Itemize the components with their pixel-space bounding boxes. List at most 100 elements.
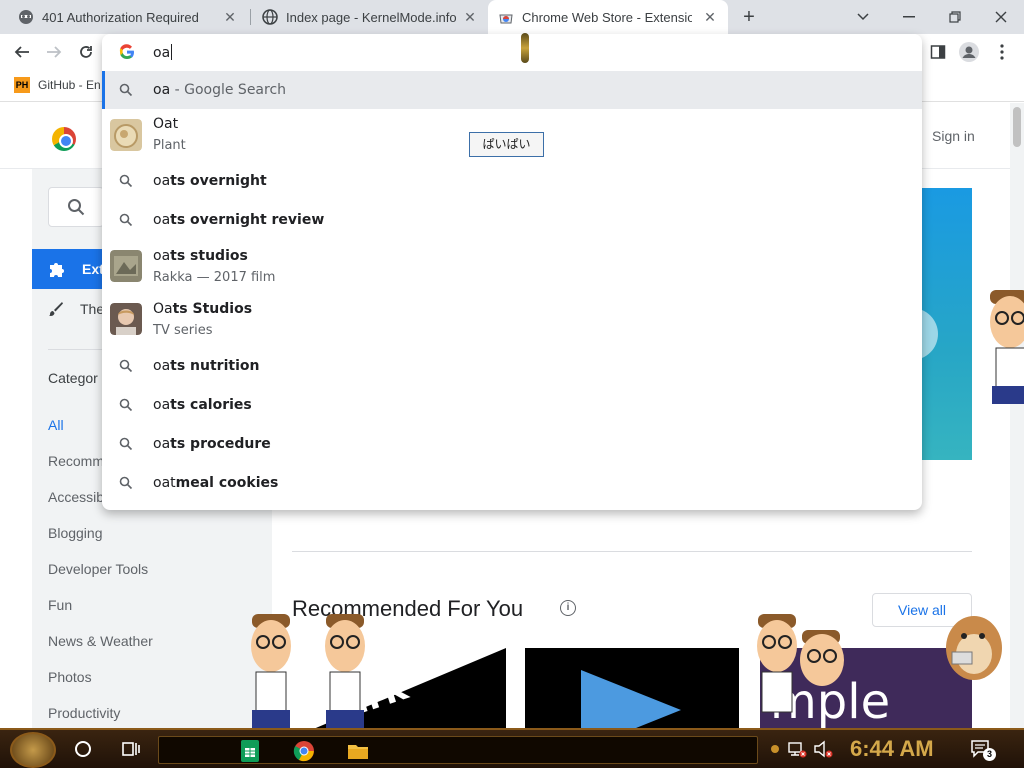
google-sheets-icon [241, 740, 259, 762]
extension-card[interactable] [525, 648, 739, 728]
cartoon-man-sticker [990, 290, 1024, 404]
action-center-button[interactable]: 3 [970, 738, 996, 761]
minimize-button[interactable] [886, 0, 932, 34]
suggestion-title: Oat [153, 116, 179, 132]
store-search-input[interactable] [48, 187, 104, 227]
suggestion-row[interactable]: oats overnight [102, 162, 922, 201]
suggestion-text: oats overnight [153, 173, 267, 189]
suggestion-bold: ts studios [170, 248, 248, 264]
bookmark-github[interactable]: PH GitHub - En [14, 77, 101, 93]
chrome-web-store-icon [499, 14, 513, 24]
hamster-sticker [946, 616, 1002, 680]
tray-overflow-button[interactable] [764, 738, 786, 760]
volume-button[interactable] [812, 738, 834, 760]
close-icon[interactable]: ✕ [462, 9, 478, 25]
suggestion-text: oats nutrition [153, 358, 259, 374]
network-button[interactable] [786, 738, 808, 760]
globe-icon [262, 9, 278, 25]
new-tab-button[interactable]: + [737, 5, 761, 29]
chrome-app-button[interactable] [293, 740, 315, 762]
back-arrow-icon [14, 46, 29, 58]
suggestion-row[interactable]: oatmeal cookies [102, 464, 922, 503]
suggestion-text: oats overnight review [153, 212, 324, 228]
suggestion-bold: ts Studios [172, 301, 253, 317]
chrome-web-store-logo[interactable] [52, 127, 76, 151]
cartoon-man-sticker [251, 614, 291, 728]
reload-button[interactable] [73, 39, 99, 65]
suggestion-subtitle: TV series [153, 323, 213, 338]
omnibox[interactable]: oa [102, 34, 922, 70]
search-icon [119, 83, 133, 97]
categories-heading: Categor [48, 370, 98, 386]
page-scrollbar[interactable] [1010, 103, 1024, 728]
cortana-button[interactable] [72, 738, 94, 760]
suggestion-row[interactable]: oats nutrition [102, 347, 922, 386]
close-icon [995, 11, 1007, 23]
ime-candidate-box[interactable]: ぱいぱい [469, 132, 544, 157]
task-view-button[interactable] [120, 738, 142, 760]
category-item[interactable]: Developer Tools [48, 551, 153, 587]
google-icon [119, 44, 134, 60]
suggestion-row[interactable]: oats studios Rakka — 2017 film [102, 241, 922, 293]
search-icon [119, 359, 133, 373]
scrollbar-thumb[interactable] [1013, 107, 1021, 147]
task-view-icon [122, 742, 140, 756]
notification-count-badge: 3 [983, 748, 996, 761]
suggestion-bold: ts overnight review [170, 212, 325, 228]
omnibox-input[interactable]: oa [153, 44, 173, 61]
tab-chrome-web-store[interactable]: Chrome Web Store - Extensions ✕ [488, 0, 728, 34]
category-item[interactable]: Fun [48, 587, 153, 623]
puzzle-icon [50, 263, 64, 277]
suggestion-row[interactable]: oa - Google Search [102, 71, 922, 109]
back-button[interactable] [9, 39, 35, 65]
restore-button[interactable] [932, 0, 978, 34]
category-item[interactable]: News & Weather [48, 623, 153, 659]
taskbar-clock[interactable]: 6:44 AM [850, 736, 934, 762]
suggestion-plain: Oa [153, 301, 173, 317]
restore-icon [949, 11, 961, 23]
suggestion-subtitle: Plant [153, 138, 186, 153]
suggestion-plain: oa [153, 212, 171, 228]
tab-401[interactable]: 401 Authorization Required ✕ [8, 0, 248, 34]
spy-icon [19, 10, 33, 24]
side-panel-button[interactable] [927, 41, 949, 63]
sheets-app-button[interactable] [239, 740, 261, 762]
cortana-circle-icon [75, 741, 91, 757]
category-item[interactable]: Blogging [48, 515, 153, 551]
profile-button[interactable] [958, 41, 980, 63]
suggestion-plain: oa [153, 248, 171, 264]
tab-separator [250, 9, 251, 25]
close-window-button[interactable] [978, 0, 1024, 34]
suggestion-subtitle: Rakka — 2017 film [153, 270, 276, 285]
suggestion-text: oatmeal cookies [153, 475, 278, 491]
category-item[interactable]: Productivity [48, 695, 153, 728]
suggestion-row[interactable]: oats overnight review [102, 201, 922, 240]
taskbar: 6:44 AM 3 [0, 728, 1024, 768]
side-panel-icon [930, 45, 946, 59]
oats-studios-thumbnail [110, 303, 142, 335]
reload-icon [80, 46, 92, 58]
start-button[interactable] [10, 732, 56, 768]
category-item[interactable]: Photos [48, 659, 153, 695]
tab-kernelmode[interactable]: Index page - KernelMode.info ✕ [252, 0, 488, 34]
tab-title: 401 Authorization Required [42, 9, 199, 25]
suggestion-plain: oa [153, 436, 171, 452]
sign-in-link[interactable]: Sign in [932, 128, 975, 144]
tab-strip: 401 Authorization Required ✕ Index page … [0, 0, 1024, 34]
close-icon[interactable]: ✕ [222, 9, 238, 25]
brush-icon [49, 302, 63, 316]
sidebar-item-label: Ext [82, 261, 104, 277]
menu-button[interactable] [991, 41, 1013, 63]
tab-title: Index page - KernelMode.info [286, 9, 456, 25]
suggestion-row[interactable]: oats calories [102, 386, 922, 425]
network-disconnected-icon [788, 742, 807, 758]
forward-button[interactable] [41, 39, 67, 65]
sidebar-item-label: The [80, 301, 105, 317]
tab-search-button[interactable] [840, 0, 886, 34]
suggestion-row[interactable]: oats procedure [102, 425, 922, 464]
suggestion-row[interactable]: Oats Studios TV series [102, 294, 922, 346]
info-icon[interactable]: i [560, 600, 576, 616]
suggestion-title: Oats Studios [153, 301, 252, 317]
close-icon[interactable]: ✕ [702, 9, 718, 25]
file-explorer-button[interactable] [347, 740, 369, 762]
